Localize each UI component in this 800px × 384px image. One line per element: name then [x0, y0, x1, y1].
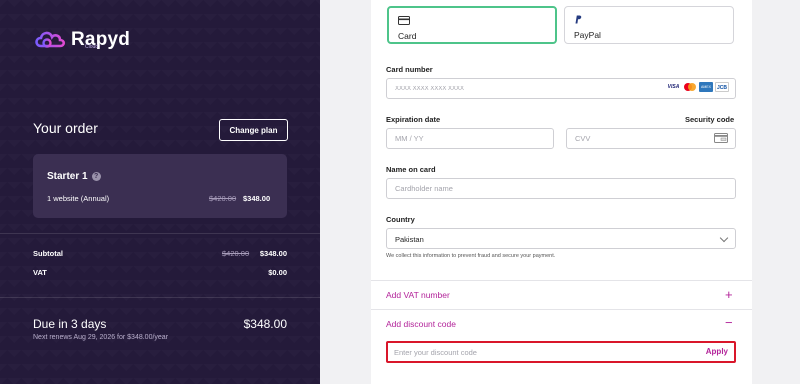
due-amount: $348.00 — [243, 317, 287, 331]
discount-code-field: Apply — [386, 341, 736, 363]
tab-card[interactable]: Card — [387, 6, 557, 44]
divider — [0, 297, 320, 298]
brand-name: Rapyd — [71, 29, 131, 50]
divider — [371, 309, 752, 310]
plus-icon[interactable]: + — [725, 288, 733, 301]
expiration-label: Expiration date — [386, 115, 441, 124]
paypal-icon — [575, 15, 582, 24]
tab-paypal[interactable]: PayPal — [564, 6, 734, 44]
security-code-label: Security code — [685, 115, 735, 124]
due-title: Due in 3 days — [33, 317, 107, 331]
plan-name: Starter 1 — [47, 171, 88, 182]
plan-name-row: Starter 1 ? — [47, 171, 101, 182]
brand-sub: Cloud — [85, 44, 99, 50]
chevron-down-icon — [719, 233, 729, 243]
country-label: Country — [386, 215, 415, 224]
country-select[interactable]: Pakistan — [386, 228, 736, 249]
jcb-icon: JCB — [715, 82, 729, 92]
cvv-card-icon — [714, 133, 728, 143]
visa-icon: VISA — [667, 84, 680, 90]
minus-icon[interactable]: − — [725, 316, 733, 329]
name-on-card-label: Name on card — [386, 165, 436, 174]
info-icon[interactable]: ? — [91, 172, 101, 181]
add-vat-number-link[interactable]: Add VAT number — [386, 290, 450, 300]
divider — [0, 233, 320, 234]
vat-label: VAT — [33, 268, 47, 277]
country-value: Pakistan — [395, 235, 424, 244]
mastercard-icon — [683, 82, 697, 92]
subtotal-old: $420.00 — [222, 249, 250, 258]
vat-value: $0.00 — [268, 268, 287, 277]
apply-button[interactable]: Apply — [706, 347, 728, 356]
plan-card: Starter 1 ? 1 website (Annual) $420.00 $… — [33, 154, 287, 218]
discount-code-input[interactable] — [388, 343, 688, 361]
cloud-logo-icon — [35, 31, 66, 48]
change-plan-button[interactable]: Change plan — [219, 119, 288, 141]
brand-logo: Rapyd — [33, 28, 130, 52]
subtotal-new: $348.00 — [259, 249, 287, 258]
tab-card-label: Card — [398, 31, 417, 41]
fraud-note: We collect this information to prevent f… — [386, 253, 556, 259]
renewal-note: Next renews Aug 29, 2026 for $348.00/yea… — [33, 334, 169, 341]
divider — [371, 280, 752, 281]
card-brands: VISA AMEX JCB — [666, 82, 729, 92]
add-discount-code-link[interactable]: Add discount code — [386, 319, 456, 329]
expiration-input[interactable] — [386, 128, 554, 149]
cvv-input[interactable] — [566, 128, 736, 149]
order-title: Your order — [33, 120, 98, 136]
credit-card-icon — [398, 16, 410, 25]
plan-description: 1 website (Annual) — [47, 194, 110, 203]
subtotal-label: Subtotal — [33, 249, 63, 258]
cardholder-name-input[interactable] — [386, 178, 736, 199]
amex-icon: AMEX — [699, 82, 713, 92]
card-number-label: Card number — [386, 65, 433, 74]
plan-old-price: $420.00 — [209, 194, 237, 203]
order-summary-panel: Rapyd Cloud Your order Change plan Start… — [0, 0, 320, 384]
plan-new-price: $348.00 — [243, 194, 271, 203]
tab-paypal-label: PayPal — [574, 30, 601, 40]
